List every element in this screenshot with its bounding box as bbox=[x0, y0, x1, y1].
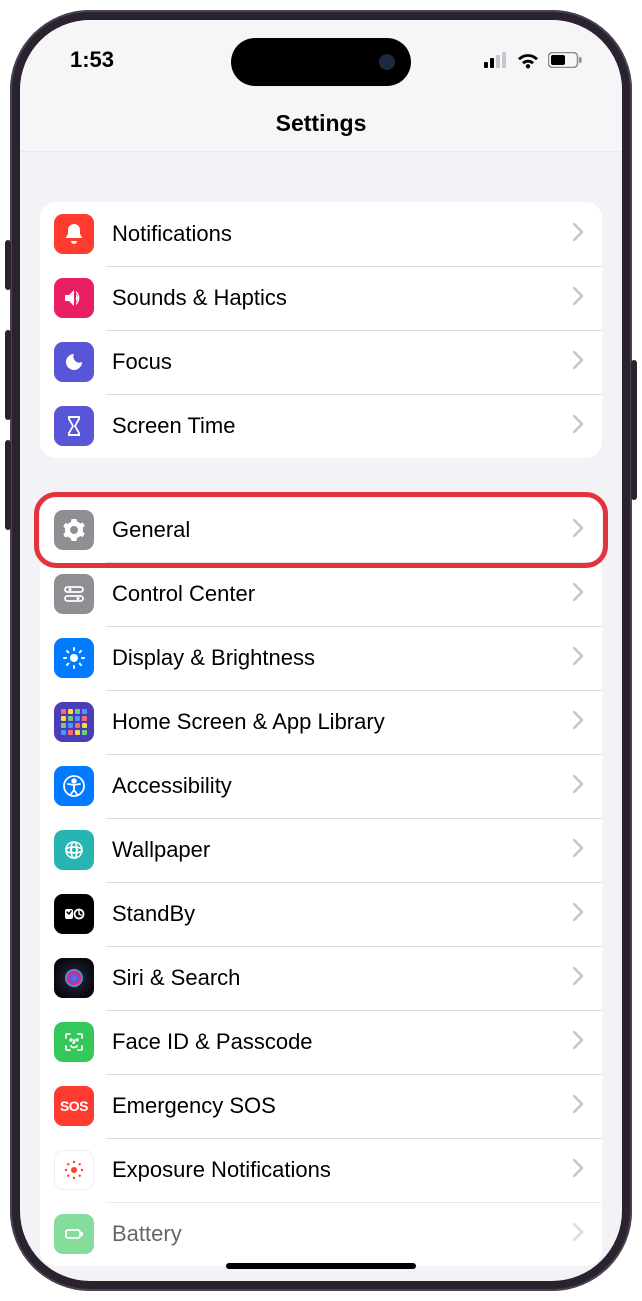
wallpaper-icon bbox=[54, 830, 94, 870]
row-label: General bbox=[112, 517, 573, 543]
accessibility-icon bbox=[54, 766, 94, 806]
row-sounds-haptics[interactable]: Sounds & Haptics bbox=[40, 266, 602, 330]
chevron-right-icon bbox=[573, 1223, 584, 1246]
row-label: Sounds & Haptics bbox=[112, 285, 573, 311]
screen: 1:53 bbox=[20, 20, 622, 1281]
row-screen-time[interactable]: Screen Time bbox=[40, 394, 602, 458]
chevron-right-icon bbox=[573, 1095, 584, 1118]
phone-frame: 1:53 bbox=[10, 10, 632, 1291]
row-face-id[interactable]: Face ID & Passcode bbox=[40, 1010, 602, 1074]
cellular-icon bbox=[484, 52, 508, 68]
mute-switch bbox=[5, 240, 11, 290]
chevron-right-icon bbox=[573, 647, 584, 670]
volume-up-button bbox=[5, 330, 11, 420]
chevron-right-icon bbox=[573, 351, 584, 374]
row-siri-search[interactable]: Siri & Search bbox=[40, 946, 602, 1010]
row-label: Focus bbox=[112, 349, 573, 375]
row-label: StandBy bbox=[112, 901, 573, 927]
notifications-icon bbox=[54, 214, 94, 254]
home-screen-icon bbox=[54, 702, 94, 742]
row-label: Display & Brightness bbox=[112, 645, 573, 671]
settings-list[interactable]: Notifications Sounds & Haptics bbox=[20, 152, 622, 1266]
nav-title: Settings bbox=[20, 100, 622, 152]
row-exposure-notifications[interactable]: Exposure Notifications bbox=[40, 1138, 602, 1202]
row-general[interactable]: General bbox=[40, 498, 602, 562]
row-accessibility[interactable]: Accessibility bbox=[40, 754, 602, 818]
chevron-right-icon bbox=[573, 583, 584, 606]
chevron-right-icon bbox=[573, 519, 584, 542]
wifi-icon bbox=[516, 51, 540, 69]
volume-down-button bbox=[5, 440, 11, 530]
row-display-brightness[interactable]: Display & Brightness bbox=[40, 626, 602, 690]
screen-time-icon bbox=[54, 406, 94, 446]
chevron-right-icon bbox=[573, 415, 584, 438]
siri-icon bbox=[54, 958, 94, 998]
chevron-right-icon bbox=[573, 287, 584, 310]
home-indicator[interactable] bbox=[226, 1263, 416, 1269]
row-focus[interactable]: Focus bbox=[40, 330, 602, 394]
sos-icon: SOS bbox=[54, 1086, 94, 1126]
row-label: Screen Time bbox=[112, 413, 573, 439]
chevron-right-icon bbox=[573, 775, 584, 798]
focus-icon bbox=[54, 342, 94, 382]
row-label: Wallpaper bbox=[112, 837, 573, 863]
display-icon bbox=[54, 638, 94, 678]
settings-group: General Control Center bbox=[40, 498, 602, 1266]
chevron-right-icon bbox=[573, 711, 584, 734]
battery-row-icon bbox=[54, 1214, 94, 1254]
row-label: Face ID & Passcode bbox=[112, 1029, 573, 1055]
control-center-icon bbox=[54, 574, 94, 614]
chevron-right-icon bbox=[573, 903, 584, 926]
standby-icon bbox=[54, 894, 94, 934]
power-button bbox=[631, 360, 637, 500]
chevron-right-icon bbox=[573, 967, 584, 990]
row-wallpaper[interactable]: Wallpaper bbox=[40, 818, 602, 882]
row-label: Home Screen & App Library bbox=[112, 709, 573, 735]
row-label: Accessibility bbox=[112, 773, 573, 799]
row-label: Exposure Notifications bbox=[112, 1157, 573, 1183]
row-label: Siri & Search bbox=[112, 965, 573, 991]
chevron-right-icon bbox=[573, 839, 584, 862]
status-time: 1:53 bbox=[70, 47, 114, 73]
row-label: Battery bbox=[112, 1221, 573, 1247]
face-id-icon bbox=[54, 1022, 94, 1062]
dynamic-island bbox=[231, 38, 411, 86]
row-label: Emergency SOS bbox=[112, 1093, 573, 1119]
battery-icon bbox=[548, 52, 582, 68]
row-home-screen[interactable]: Home Screen & App Library bbox=[40, 690, 602, 754]
row-label: Notifications bbox=[112, 221, 573, 247]
row-control-center[interactable]: Control Center bbox=[40, 562, 602, 626]
row-battery[interactable]: Battery bbox=[40, 1202, 602, 1266]
general-icon bbox=[54, 510, 94, 550]
row-emergency-sos[interactable]: SOS Emergency SOS bbox=[40, 1074, 602, 1138]
sounds-icon bbox=[54, 278, 94, 318]
chevron-right-icon bbox=[573, 223, 584, 246]
row-label: Control Center bbox=[112, 581, 573, 607]
chevron-right-icon bbox=[573, 1031, 584, 1054]
settings-group: Notifications Sounds & Haptics bbox=[40, 202, 602, 458]
chevron-right-icon bbox=[573, 1159, 584, 1182]
exposure-icon bbox=[54, 1150, 94, 1190]
row-standby[interactable]: StandBy bbox=[40, 882, 602, 946]
row-notifications[interactable]: Notifications bbox=[40, 202, 602, 266]
